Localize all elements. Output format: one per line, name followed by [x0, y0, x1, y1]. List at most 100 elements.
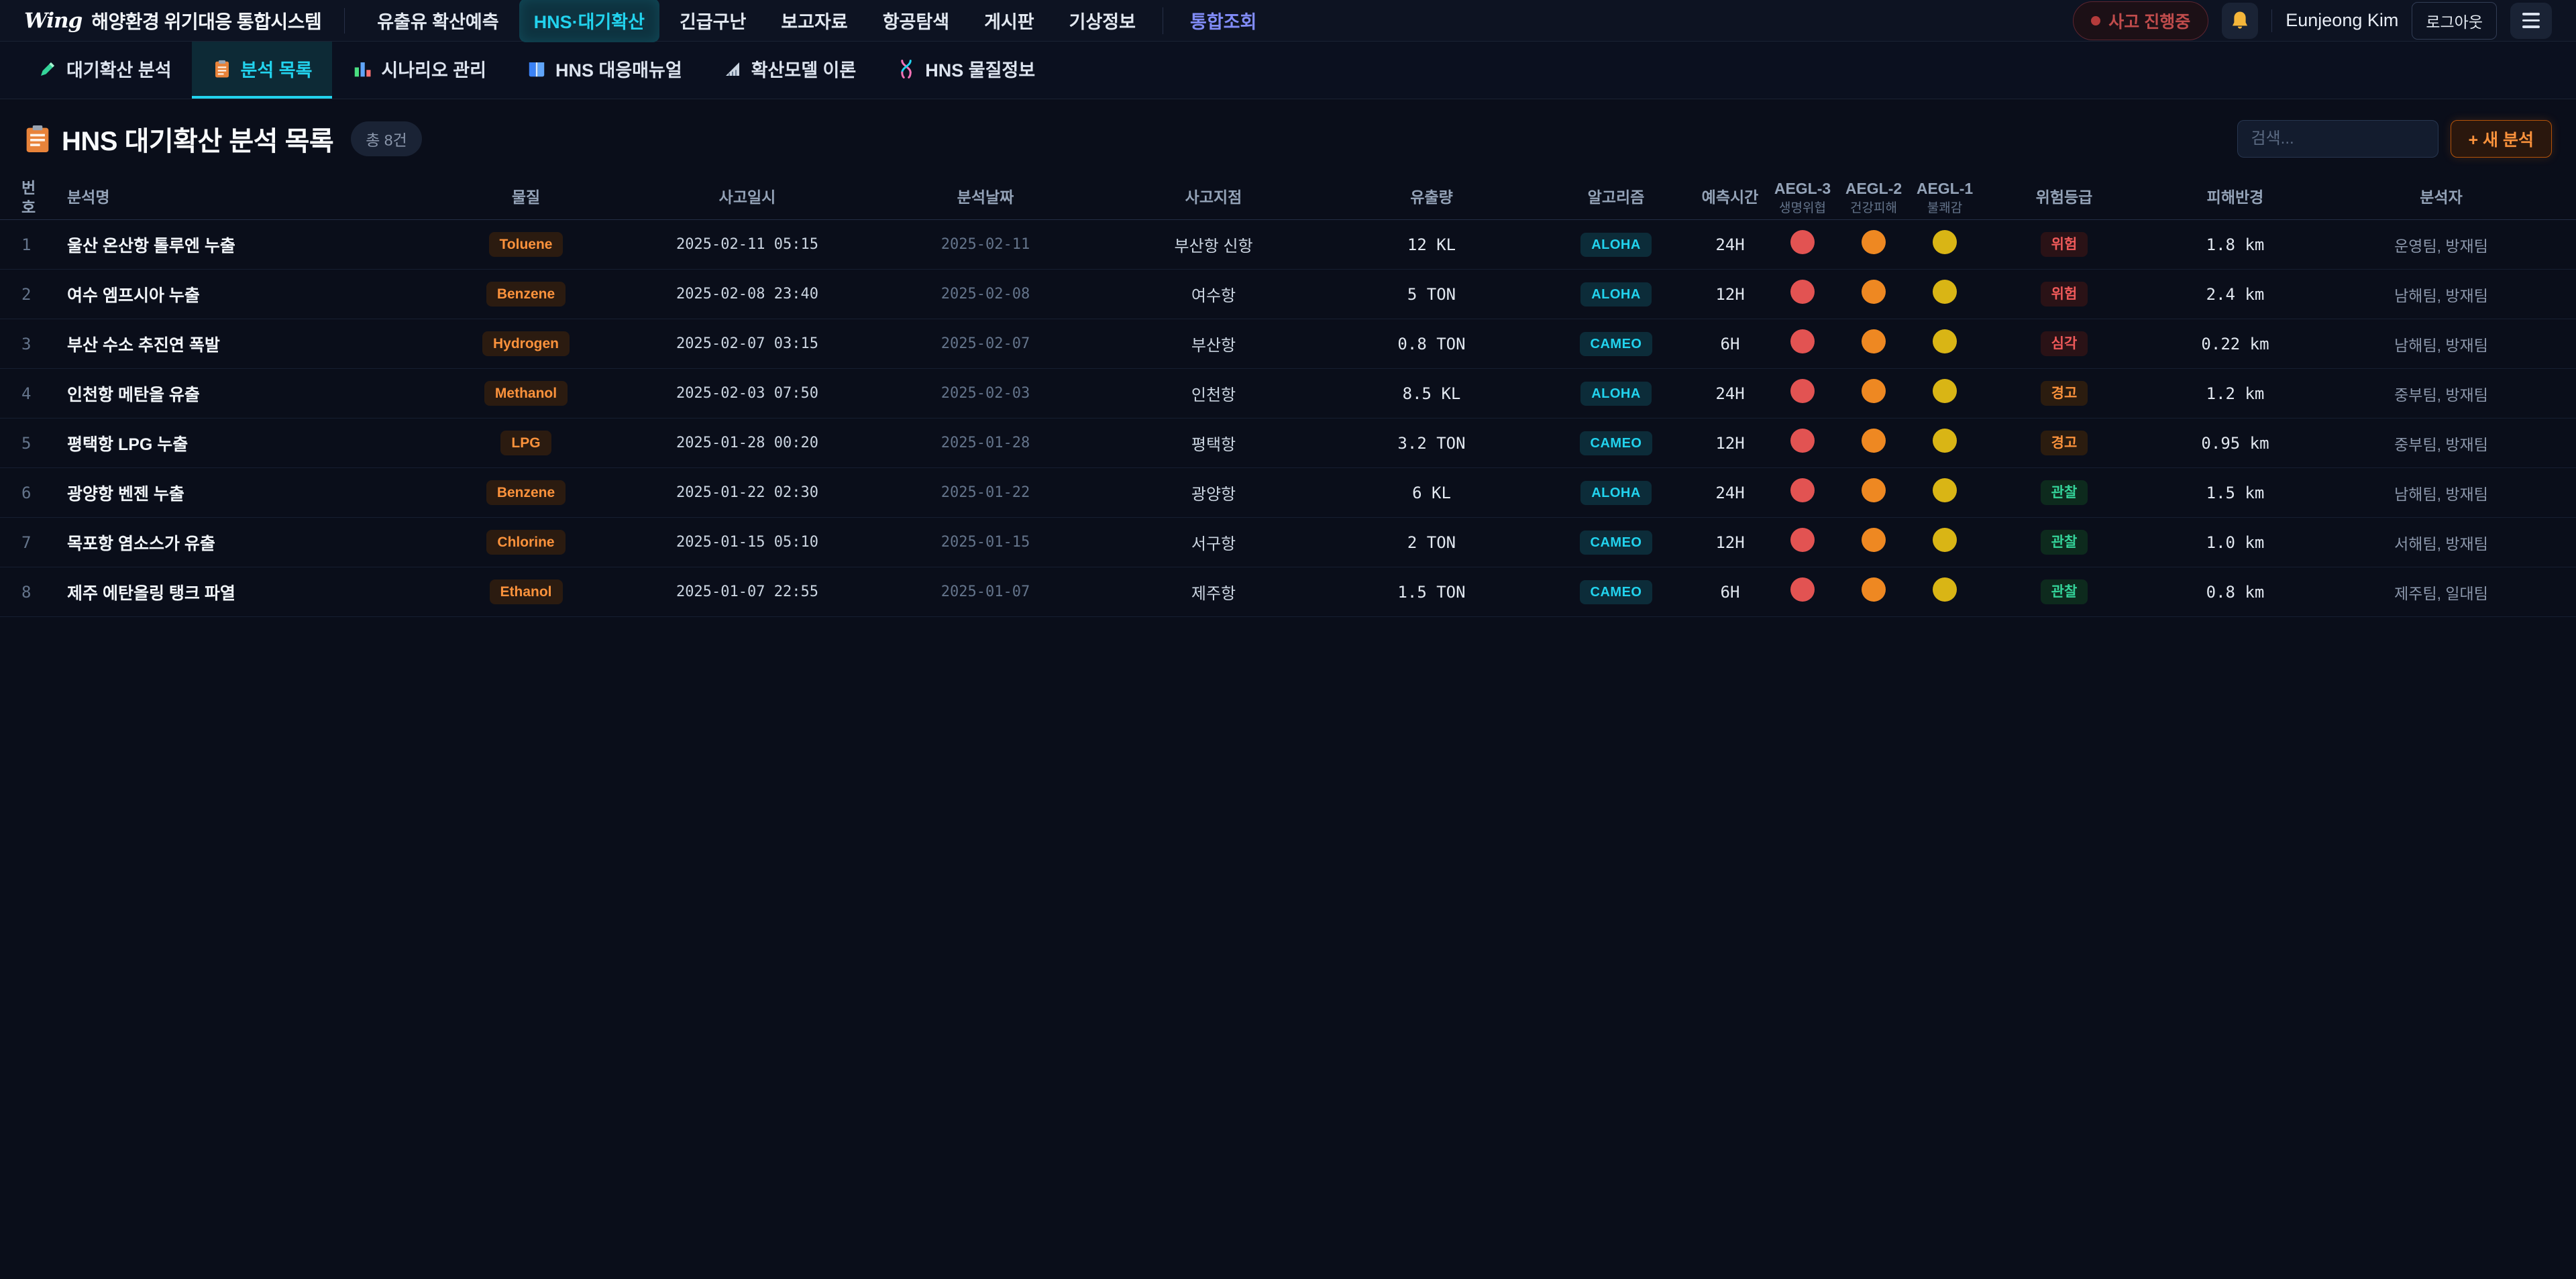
title-actions: + 새 분석	[2237, 120, 2553, 158]
nav-item-HNS·대기확산[interactable]: HNS·대기확산	[519, 0, 659, 42]
name-cell: 제주 에탄올링 탱크 파열	[50, 580, 425, 604]
name-cell: 부산 수소 추진연 폭발	[50, 332, 425, 356]
incident_at-cell: 2025-02-08 23:40	[627, 286, 868, 302]
aegl1-cell	[1909, 577, 1980, 606]
column-header-aegl3: AEGL-3생명위협	[1767, 179, 1838, 217]
nav-item-게시판[interactable]: 게시판	[969, 0, 1049, 42]
total-count-badge: 총 8건	[351, 121, 422, 156]
nav-item-항공탐색[interactable]: 항공탐색	[868, 0, 964, 42]
algorithm-badge: ALOHA	[1580, 382, 1652, 406]
analyst-cell: 제주팀, 일대팀	[2322, 581, 2560, 604]
substance-cell: Hydrogen	[425, 331, 627, 356]
analysis_date-cell: 2025-01-22	[868, 484, 1103, 501]
algorithm-cell: ALOHA	[1539, 233, 1693, 257]
tab-label: HNS 물질정보	[925, 56, 1035, 82]
amount-cell: 12 KL	[1324, 235, 1539, 254]
top-nav: Wing 해양환경 위기대응 통합시스템 유출유 확산예측HNS·대기확산긴급구…	[0, 0, 2576, 42]
aegl2-indicator-icon	[1862, 329, 1886, 353]
column-header-forecast: 예측시간	[1693, 188, 1767, 207]
radius-cell: 0.95 km	[2148, 434, 2322, 453]
algorithm-cell: ALOHA	[1539, 282, 1693, 307]
risk-badge: 심각	[2041, 331, 2088, 356]
tab-확산모델 이론[interactable]: 확산모델 이론	[702, 42, 877, 99]
column-header-analysis_date: 분석날짜	[868, 188, 1103, 207]
analysis_date-cell: 2025-02-11	[868, 236, 1103, 253]
no-cell: 2	[16, 285, 50, 304]
tab-HNS 물질정보[interactable]: HNS 물질정보	[876, 42, 1055, 99]
tab-label: 확산모델 이론	[751, 56, 857, 82]
aegl2-cell	[1838, 329, 1909, 358]
incident_at-cell: 2025-02-03 07:50	[627, 385, 868, 402]
book-icon	[527, 59, 547, 79]
substance-cell: Ethanol	[425, 579, 627, 604]
nav-item-통합조회[interactable]: 통합조회	[1175, 0, 1271, 42]
main-nav: 유출유 확산예측HNS·대기확산긴급구난보고자료항공탐색게시판기상정보 통합조회	[362, 0, 1271, 42]
aegl2-indicator-icon	[1862, 230, 1886, 254]
table-row[interactable]: 5평택항 LPG 누출LPG2025-01-28 00:202025-01-28…	[0, 419, 2576, 468]
aegl3-cell	[1767, 230, 1838, 259]
column-header-incident_at: 사고일시	[627, 188, 868, 207]
forecast-cell: 12H	[1693, 285, 1767, 304]
algorithm-badge: ALOHA	[1580, 481, 1652, 505]
aegl1-indicator-icon	[1933, 230, 1957, 254]
page-title: HNS 대기확산 분석 목록	[62, 119, 333, 158]
substance-badge: Chlorine	[486, 530, 565, 555]
clipboard-icon	[212, 59, 232, 79]
no-cell: 7	[16, 533, 50, 552]
topnav-right: 사고 진행중 Eunjeong Kim 로그아웃	[2073, 1, 2552, 40]
table-row[interactable]: 1울산 온산항 톨루엔 누출Toluene2025-02-11 05:15202…	[0, 220, 2576, 270]
tab-HNS 대응매뉴얼[interactable]: HNS 대응매뉴얼	[506, 42, 702, 99]
tab-시나리오 관리[interactable]: 시나리오 관리	[332, 42, 506, 99]
tab-분석 목록[interactable]: 분석 목록	[192, 42, 333, 99]
tab-label: 대기확산 분석	[66, 56, 172, 82]
substance-badge: Ethanol	[490, 579, 563, 604]
notifications-button[interactable]	[2222, 3, 2258, 39]
tab-대기확산 분석[interactable]: 대기확산 분석	[17, 42, 192, 99]
aegl1-cell	[1909, 379, 1980, 408]
nav-item-기상정보[interactable]: 기상정보	[1055, 0, 1150, 42]
table-row[interactable]: 7목포항 염소스가 유출Chlorine2025-01-15 05:102025…	[0, 518, 2576, 567]
ruler-icon	[722, 59, 743, 79]
aegl2-cell	[1838, 280, 1909, 309]
algorithm-badge: CAMEO	[1580, 580, 1653, 604]
table-row[interactable]: 3부산 수소 추진연 폭발Hydrogen2025-02-07 03:15202…	[0, 319, 2576, 369]
table-row[interactable]: 8제주 에탄올링 탱크 파열Ethanol2025-01-07 22:55202…	[0, 567, 2576, 617]
radius-cell: 0.8 km	[2148, 583, 2322, 602]
substance-badge: Toluene	[489, 232, 564, 257]
logout-button[interactable]: 로그아웃	[2412, 2, 2497, 40]
no-cell: 6	[16, 484, 50, 502]
risk-badge: 관찰	[2041, 480, 2088, 505]
aegl2-indicator-icon	[1862, 280, 1886, 304]
substance-cell: Toluene	[425, 232, 627, 257]
aegl1-indicator-icon	[1933, 379, 1957, 403]
menu-button[interactable]	[2510, 3, 2552, 39]
algorithm-cell: ALOHA	[1539, 481, 1693, 505]
nav-item-유출유 확산예측[interactable]: 유출유 확산예측	[362, 0, 513, 42]
algorithm-cell: CAMEO	[1539, 431, 1693, 455]
risk-badge: 위험	[2041, 232, 2088, 257]
analysis_date-cell: 2025-01-15	[868, 534, 1103, 551]
search-input[interactable]	[2237, 120, 2438, 158]
risk-cell: 관찰	[1980, 530, 2148, 555]
analyst-cell: 중부팀, 방재팀	[2322, 432, 2560, 455]
algorithm-badge: CAMEO	[1580, 431, 1653, 455]
column-header-substance: 물질	[425, 188, 627, 207]
column-header-aegl2: AEGL-2건강피해	[1838, 179, 1909, 217]
algorithm-badge: CAMEO	[1580, 531, 1653, 555]
location-cell: 여수항	[1103, 282, 1324, 306]
nav-item-보고자료[interactable]: 보고자료	[766, 0, 862, 42]
table-row[interactable]: 6광양항 벤젠 누출Benzene2025-01-22 02:302025-01…	[0, 468, 2576, 518]
substance-cell: Benzene	[425, 282, 627, 307]
aegl2-indicator-icon	[1862, 528, 1886, 552]
nav-item-긴급구난[interactable]: 긴급구난	[665, 0, 761, 42]
analysis_date-cell: 2025-02-03	[868, 385, 1103, 402]
column-subheader: 생명위협	[1767, 201, 1838, 217]
location-cell: 광양항	[1103, 481, 1324, 504]
aegl3-cell	[1767, 478, 1838, 507]
table-row[interactable]: 2여수 엠프시아 누출Benzene2025-02-08 23:402025-0…	[0, 270, 2576, 319]
analysis_date-cell: 2025-01-07	[868, 583, 1103, 600]
table-row[interactable]: 4인천항 메탄올 유출Methanol2025-02-03 07:502025-…	[0, 369, 2576, 419]
brand: Wing 해양환경 위기대응 통합시스템	[24, 8, 345, 34]
new-analysis-button[interactable]: + 새 분석	[2451, 120, 2553, 158]
location-cell: 인천항	[1103, 382, 1324, 405]
